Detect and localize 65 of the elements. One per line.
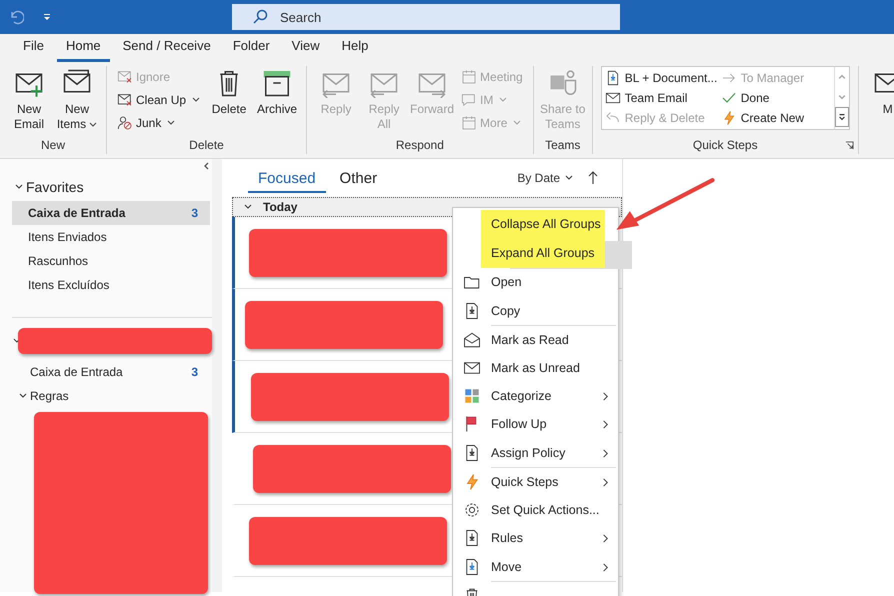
envelope-icon [117,92,133,108]
calendar-icon [461,114,478,130]
quick-step[interactable]: Team Email [604,88,721,108]
group-label: Teams [545,138,580,154]
ribbon-button[interactable]: New Email [6,66,52,138]
person-blocked-icon [117,114,133,130]
group-label: New [40,138,65,154]
envelope-icon [117,68,133,84]
sort-button[interactable]: By Date [517,171,574,185]
envelope-icon [604,90,621,106]
menu-item[interactable]: Follow Up [453,410,618,438]
menu-item[interactable]: Quick Steps [453,468,618,496]
inbox-tab[interactable]: Focused [248,164,326,192]
chat-icon [461,92,478,108]
chevron-right-icon [601,420,610,428]
favorites-header[interactable]: Favorites [0,177,84,197]
ribbon-tab[interactable]: Help [332,38,378,62]
settings-icon [463,501,481,519]
menu-item[interactable]: Categorize [453,382,618,410]
ribbon-button[interactable]: M [864,66,894,154]
envelope-icon [463,331,481,349]
quick-step[interactable]: Done [720,88,831,108]
folder-item[interactable]: Itens Enviados [12,225,210,249]
ribbon-tab[interactable]: View [282,38,329,62]
ribbon-tab[interactable]: Send / Receive [114,38,220,62]
ribbon-button[interactable]: Clean Up [117,89,200,110]
menu-item[interactable]: Collapse All Groups [481,210,605,238]
ribbon-button[interactable]: Archive [254,66,300,138]
ribbon-button[interactable]: New Items [54,66,100,138]
folder-item[interactable]: Itens Excluídos [12,273,210,297]
folder-item[interactable]: Caixa de Entrada 3 [12,360,210,384]
ribbon-tab[interactable]: File [14,38,53,62]
chevron-right-icon [601,448,610,458]
menu-item[interactable]: Set Quick Actions... [453,496,618,524]
menu-item[interactable]: Mark as Unread [453,354,618,382]
inbox-tab[interactable]: Other [330,164,388,192]
customize-toolbar-icon[interactable] [42,12,52,22]
search-icon [252,9,268,25]
dialog-launcher-icon[interactable] [844,141,854,150]
sort-direction-icon[interactable] [588,171,598,185]
folder-item[interactable]: Rascunhos [12,249,210,273]
group-label: Delete [189,138,224,154]
more-icon[interactable] [834,107,849,127]
chevron-right-icon [601,478,610,486]
calendar-icon [461,68,478,84]
quick-step[interactable]: BL + Document... [604,68,721,88]
menu-item[interactable]: Open [453,268,618,296]
ribbon-button[interactable]: Delete [206,66,252,138]
search-field[interactable]: Search [232,4,620,30]
menu-item[interactable]: Rules [453,524,618,552]
folder-item[interactable]: Regras [12,384,210,408]
ribbon-button[interactable]: Junk [117,112,200,133]
chevron-right-icon [601,534,610,542]
folder-item[interactable]: Caixa de Entrada 3 [12,201,210,225]
color-squares-icon [463,387,481,405]
archive-box-icon [262,68,292,98]
ribbon-tab[interactable]: Folder [224,38,279,62]
quick-step[interactable]: Create New [720,108,831,128]
group-label: Quick Steps [692,138,758,154]
menu-item[interactable]: Mark as Read [453,326,618,354]
menu-item[interactable]: Expand All Groups [481,238,605,268]
teams-people-icon [548,68,578,98]
chevron-right-icon [601,562,610,572]
chevron-right-icon [601,392,610,400]
group-label: Respond [396,138,444,154]
